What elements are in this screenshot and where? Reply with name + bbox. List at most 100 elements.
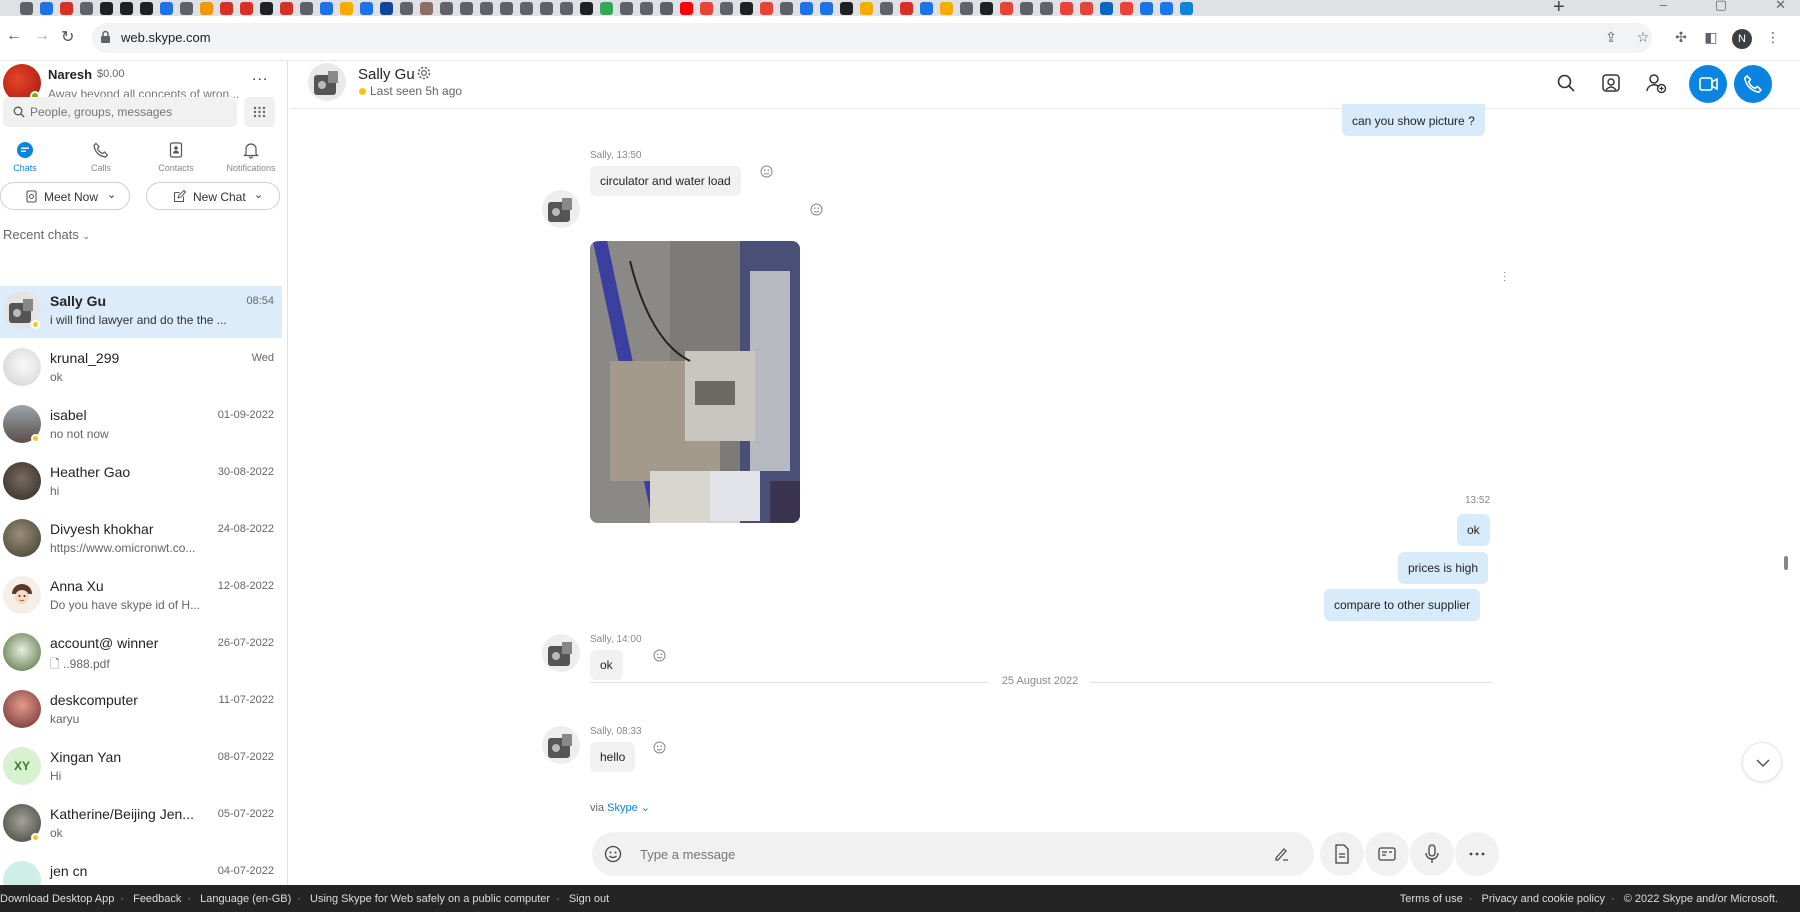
- address-bar[interactable]: [92, 23, 1652, 53]
- pinned-tab-favicon-icon[interactable]: [1100, 1, 1113, 15]
- pinned-tab-favicon-icon[interactable]: [160, 1, 173, 15]
- outgoing-message[interactable]: compare to other supplier: [1324, 589, 1481, 621]
- lock-icon[interactable]: [100, 30, 111, 44]
- search-input[interactable]: [30, 97, 230, 127]
- pinned-tab-favicon-icon[interactable]: [100, 1, 113, 15]
- pinned-tab-favicon-icon[interactable]: [1040, 1, 1053, 15]
- chat-item-anna-xu[interactable]: Anna Xu 12-08-2022 Do you have skype id …: [0, 571, 282, 623]
- pinned-tab-favicon-icon[interactable]: [340, 1, 353, 15]
- browser-menu-icon[interactable]: ⋮: [1764, 28, 1782, 46]
- pinned-tab-favicon-icon[interactable]: [900, 1, 913, 15]
- contact-name[interactable]: Sally Gu: [358, 66, 415, 83]
- privacy-link[interactable]: Privacy and cookie policy: [1482, 893, 1606, 905]
- close-window-icon[interactable]: ✕: [1775, 0, 1786, 13]
- shared-photo[interactable]: [590, 241, 800, 523]
- chat-item-jen-cn[interactable]: jen cn 04-07-2022: [0, 856, 282, 885]
- pinned-tab-favicon-icon[interactable]: [1140, 1, 1153, 15]
- recent-chats-label[interactable]: Recent chats ⌄: [3, 227, 90, 242]
- new-tab-button[interactable]: +: [1553, 0, 1565, 16]
- back-icon[interactable]: ←: [6, 27, 22, 45]
- pinned-tab-favicon-icon[interactable]: [600, 1, 613, 15]
- pinned-tab-favicon-icon[interactable]: [760, 1, 773, 15]
- pinned-tab-favicon-icon[interactable]: [880, 1, 893, 15]
- pinned-tab-favicon-icon[interactable]: [460, 1, 473, 15]
- chat-item-divyesh[interactable]: Divyesh khokhar 24-08-2022 https://www.o…: [0, 514, 282, 566]
- bookmark-star-icon[interactable]: ☆: [1634, 28, 1652, 46]
- voice-message-button[interactable]: [1410, 832, 1454, 876]
- meet-now-button[interactable]: Meet Now ⌄: [0, 182, 130, 210]
- pinned-tab-favicon-icon[interactable]: [200, 1, 213, 15]
- pinned-tab-favicon-icon[interactable]: [220, 1, 233, 15]
- chat-item-krunal[interactable]: krunal_299 Wed ok: [0, 343, 282, 395]
- maximize-icon[interactable]: ▢: [1715, 0, 1727, 13]
- pinned-tab-favicon-icon[interactable]: [920, 1, 933, 15]
- share-icon[interactable]: ⇪: [1602, 28, 1620, 46]
- contact-avatar[interactable]: [308, 63, 346, 101]
- pinned-tab-favicon-icon[interactable]: [300, 1, 313, 15]
- incoming-message[interactable]: circulator and water load: [590, 166, 741, 196]
- pinned-tab-favicon-icon[interactable]: [40, 1, 53, 15]
- new-chat-button[interactable]: New Chat ⌄: [146, 182, 280, 210]
- pinned-tab-favicon-icon[interactable]: [680, 1, 693, 15]
- profile-avatar[interactable]: N: [1732, 29, 1752, 49]
- pinned-tab-favicon-icon[interactable]: [540, 1, 553, 15]
- extensions-icon[interactable]: ✣: [1672, 28, 1690, 46]
- chevron-down-icon[interactable]: ⌄: [641, 802, 650, 814]
- more-options-button[interactable]: ...: [252, 67, 268, 85]
- pinned-tab-favicon-icon[interactable]: [700, 1, 713, 15]
- pinned-tab-favicon-icon[interactable]: [380, 1, 393, 15]
- more-actions-button[interactable]: [1455, 832, 1499, 876]
- sign-out-link[interactable]: Sign out: [569, 893, 609, 905]
- message-input[interactable]: [640, 832, 1240, 876]
- pinned-tab-favicon-icon[interactable]: [860, 1, 873, 15]
- search-box[interactable]: [3, 97, 237, 127]
- pinned-tab-favicon-icon[interactable]: [1180, 1, 1193, 15]
- pinned-tab-favicon-icon[interactable]: [520, 1, 533, 15]
- terms-link[interactable]: Terms of use: [1400, 893, 1463, 905]
- pinned-tab-favicon-icon[interactable]: [400, 1, 413, 15]
- tab-notifications[interactable]: Notifications: [221, 141, 281, 185]
- chat-item-isabel[interactable]: isabel 01-09-2022 no not now: [0, 400, 282, 452]
- pinned-tab-favicon-icon[interactable]: [140, 1, 153, 15]
- pinned-tab-favicon-icon[interactable]: [1080, 1, 1093, 15]
- pinned-tab-favicon-icon[interactable]: [320, 1, 333, 15]
- message-options-icon[interactable]: · · ·: [1503, 268, 1506, 286]
- pinned-tab-favicon-icon[interactable]: [240, 1, 253, 15]
- pinned-tab-favicon-icon[interactable]: [60, 1, 73, 15]
- pinned-tab-favicon-icon[interactable]: [120, 1, 133, 15]
- share-file-button[interactable]: [1320, 832, 1364, 876]
- search-icon[interactable]: [1554, 71, 1578, 95]
- window-controls[interactable]: – ▢ ✕: [1660, 0, 1786, 13]
- public-computer-link[interactable]: Using Skype for Web safely on a public c…: [310, 893, 550, 905]
- side-panel-icon[interactable]: ◧: [1702, 28, 1720, 46]
- gallery-icon[interactable]: [1599, 71, 1623, 95]
- pinned-tab-favicon-icon[interactable]: [20, 1, 33, 15]
- video-call-button[interactable]: [1689, 65, 1727, 103]
- pinned-tab-favicon-icon[interactable]: [1020, 1, 1033, 15]
- url-text[interactable]: web.skype.com: [121, 30, 211, 45]
- dialpad-button[interactable]: [244, 97, 275, 127]
- my-name[interactable]: Naresh: [48, 67, 92, 82]
- pinned-tab-favicon-icon[interactable]: [660, 1, 673, 15]
- pinned-tab-favicon-icon[interactable]: [640, 1, 653, 15]
- download-app-link[interactable]: Download Desktop App: [0, 893, 114, 905]
- pinned-tab-favicon-icon[interactable]: [180, 1, 193, 15]
- format-text-icon[interactable]: [1274, 846, 1290, 862]
- pinned-tab-favicon-icon[interactable]: [440, 1, 453, 15]
- pinned-tab-favicon-icon[interactable]: [720, 1, 733, 15]
- minimize-icon[interactable]: –: [1660, 0, 1667, 13]
- forward-icon[interactable]: →: [34, 27, 50, 45]
- tab-calls[interactable]: Calls: [71, 141, 131, 185]
- pinned-tab-favicon-icon[interactable]: [740, 1, 753, 15]
- feedback-link[interactable]: Feedback: [133, 893, 181, 905]
- pinned-tab-favicon-icon[interactable]: [840, 1, 853, 15]
- pinned-tab-favicon-icon[interactable]: [280, 1, 293, 15]
- add-person-icon[interactable]: [1644, 71, 1668, 95]
- pinned-tab-favicon-icon[interactable]: [560, 1, 573, 15]
- add-reaction-icon[interactable]: [653, 649, 666, 662]
- pinned-tab-favicon-icon[interactable]: [980, 1, 993, 15]
- pinned-tabs[interactable]: [20, 0, 1193, 16]
- outgoing-message[interactable]: can you show picture ?: [1342, 104, 1485, 136]
- pinned-tab-favicon-icon[interactable]: [800, 1, 813, 15]
- chat-item-deskcomputer[interactable]: deskcomputer 11-07-2022 karyu: [0, 685, 282, 737]
